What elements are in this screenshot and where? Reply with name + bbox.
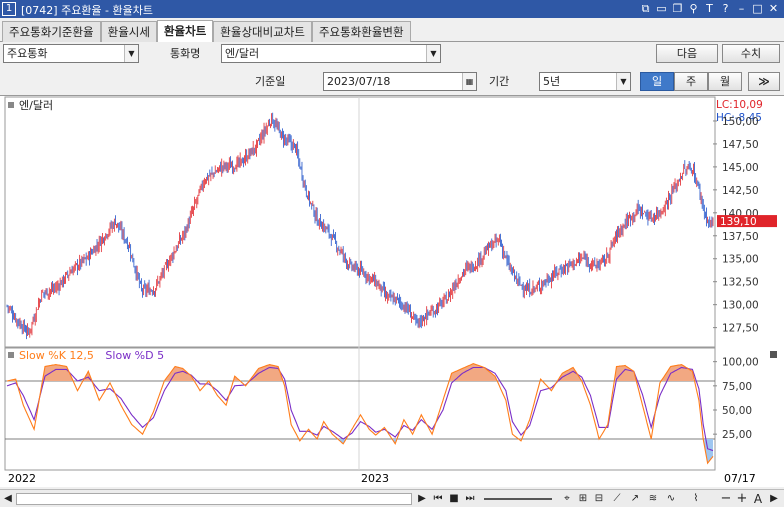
tab-strip: 주요통화기준환율 환율시세 환율차트 환율상대비교차트 주요통화환율변환 xyxy=(0,20,784,42)
currency-value: 엔/달러 xyxy=(225,47,260,60)
tab-major-base-rates[interactable]: 주요통화기준환율 xyxy=(2,21,101,42)
help-icon[interactable]: ? xyxy=(719,1,732,16)
scroll-left-icon[interactable]: ◀ xyxy=(2,492,14,506)
title-icons: ⧉ ▭ ❐ ⚲ T ? – □ ✕ xyxy=(639,1,780,16)
period-value: 5년 xyxy=(543,75,561,88)
candles xyxy=(6,112,714,340)
panel-close-icon[interactable] xyxy=(770,351,777,358)
price-tick-label: 142,50 xyxy=(722,185,759,197)
period-select[interactable]: 5년 ▼ xyxy=(539,72,631,91)
range-slider-icon[interactable] xyxy=(484,498,552,500)
calendar-icon[interactable]: ▦ xyxy=(462,73,476,90)
query-button[interactable]: 수치 xyxy=(722,44,780,63)
period-label: 기간 xyxy=(489,75,510,88)
lc-label: LC:10,09 xyxy=(716,99,763,111)
price-tick-label: 135,00 xyxy=(722,254,759,266)
price-tick-label: 137,50 xyxy=(722,231,759,243)
price-panel-title: 엔/달러 xyxy=(19,99,53,112)
text-icon[interactable]: A xyxy=(752,492,764,506)
x-label-2023: 2023 xyxy=(361,472,389,485)
rewind-icon[interactable]: ⏮ xyxy=(431,492,445,506)
indicator-icon[interactable]: ⊟ xyxy=(592,492,606,506)
expand-button[interactable]: ≫ xyxy=(748,72,780,91)
stoch-tick-label: 50,00 xyxy=(722,405,752,417)
price-tick-label: 147,50 xyxy=(722,139,759,151)
chevron-down-icon[interactable]: ▼ xyxy=(616,73,630,90)
currency-label: 통화명 xyxy=(170,47,201,60)
x-label-2022: 2022 xyxy=(8,472,36,485)
price-tick-label: 130,00 xyxy=(722,300,759,312)
stoch-legend: Slow %K 12,5 Slow %D 5 xyxy=(19,349,164,362)
legend-slow-d: Slow %D 5 xyxy=(105,349,164,362)
window-title: [0742] 주요환율 - 환율차트 xyxy=(21,4,153,17)
interval-toggle: 일 주 월 xyxy=(640,72,742,91)
fibonacci-icon[interactable]: ≋ xyxy=(646,492,660,506)
base-date-input[interactable]: 2023/07/18 ▦ xyxy=(323,72,477,91)
x-label-date: 07/17 xyxy=(724,472,756,485)
tab-rate-converter[interactable]: 주요통화환율변환 xyxy=(311,21,411,42)
current-value-label: 139,10 xyxy=(720,216,757,228)
crosshair-icon[interactable]: ⌖ xyxy=(560,492,574,506)
base-date-label: 기준일 xyxy=(255,75,286,88)
tab-rate-chart[interactable]: 환율차트 xyxy=(156,20,214,42)
stop-icon[interactable]: ■ xyxy=(447,492,461,506)
slow-d-line xyxy=(6,366,714,452)
currency-select[interactable]: 엔/달러 ▼ xyxy=(221,44,441,63)
stoch-panel-marker-icon xyxy=(8,352,14,358)
price-tick-label: 145,00 xyxy=(722,162,759,174)
interval-month-button[interactable]: 월 xyxy=(708,72,742,91)
chevron-down-icon[interactable]: ▼ xyxy=(426,45,440,62)
overbought-fill xyxy=(42,364,73,381)
legend-slow-k: Slow %K 12,5 xyxy=(19,349,94,362)
overbought-fill xyxy=(615,365,637,381)
tab-relative-chart[interactable]: 환율상대비교차트 xyxy=(213,21,312,42)
maximize-icon[interactable]: □ xyxy=(751,1,764,16)
wave-icon[interactable]: ∿ xyxy=(664,492,678,506)
category-value: 주요통화 xyxy=(7,47,48,60)
close-icon[interactable]: ✕ xyxy=(767,1,780,16)
draw-icon[interactable]: ⌇ xyxy=(690,492,702,506)
filter-row: 주요통화 ▼ 통화명 엔/달러 ▼ 다음 수치 xyxy=(0,44,784,64)
font-icon[interactable]: T xyxy=(703,1,716,16)
chart-svg[interactable]: 엔/달러 LC:10,09 HC:-8,45 150,00147,50145,0… xyxy=(0,96,784,488)
price-tick-label: 127,50 xyxy=(722,323,759,335)
price-tick-label: 150,00 xyxy=(722,116,759,128)
play-icon[interactable]: ▶ xyxy=(416,492,428,506)
bottom-toolbar: ◀ ▶ ⏮ ■ ⏭ ⌖ ⊞ ⊟ ⟋ ↗ ≋ ∿ ⌇ − + A ▶ xyxy=(0,489,784,507)
stoch-lines xyxy=(6,363,714,465)
category-select[interactable]: 주요통화 ▼ xyxy=(3,44,139,63)
stoch-panel-border xyxy=(4,347,716,471)
next-button[interactable]: 다음 xyxy=(656,44,718,63)
zoom-out-icon[interactable]: − xyxy=(720,492,732,506)
window-number: 1 xyxy=(2,2,16,16)
horizontal-scrollbar[interactable] xyxy=(16,493,412,505)
dock-icon[interactable]: ▭ xyxy=(655,1,668,16)
interval-week-button[interactable]: 주 xyxy=(674,72,708,91)
chevron-down-icon[interactable]: ▼ xyxy=(124,45,138,62)
line-draw-icon[interactable]: ⟋ xyxy=(610,492,624,506)
stoch-tick-label: 75,00 xyxy=(722,381,752,393)
price-panel-marker-icon xyxy=(8,102,14,108)
window-icon[interactable]: ❐ xyxy=(671,1,684,16)
scroll-right-icon[interactable]: ▶ xyxy=(768,492,780,506)
trend-icon[interactable]: ↗ xyxy=(628,492,642,506)
minimize-icon[interactable]: – xyxy=(735,1,748,16)
pin-icon[interactable]: ⚲ xyxy=(687,1,700,16)
stoch-tick-label: 100,00 xyxy=(722,357,759,369)
stoch-tick-label: 25,00 xyxy=(722,429,752,441)
fast-forward-icon[interactable]: ⏭ xyxy=(463,492,477,506)
base-date-value: 2023/07/18 xyxy=(327,75,391,88)
grid-icon[interactable]: ⊞ xyxy=(576,492,590,506)
price-tick-label: 132,50 xyxy=(722,277,759,289)
zoom-in-icon[interactable]: + xyxy=(736,492,748,506)
interval-day-button[interactable]: 일 xyxy=(640,72,674,91)
layout-icon[interactable]: ⧉ xyxy=(639,1,652,16)
chart-area[interactable]: 엔/달러 LC:10,09 HC:-8,45 150,00 147,50 145,0… xyxy=(0,95,784,487)
slow-k-line xyxy=(6,363,714,465)
tab-rate-quotes[interactable]: 환율시세 xyxy=(100,21,157,42)
title-bar: 1 [0742] 주요환율 - 환율차트 ⧉ ▭ ❐ ⚲ T ? – □ ✕ xyxy=(0,0,784,18)
